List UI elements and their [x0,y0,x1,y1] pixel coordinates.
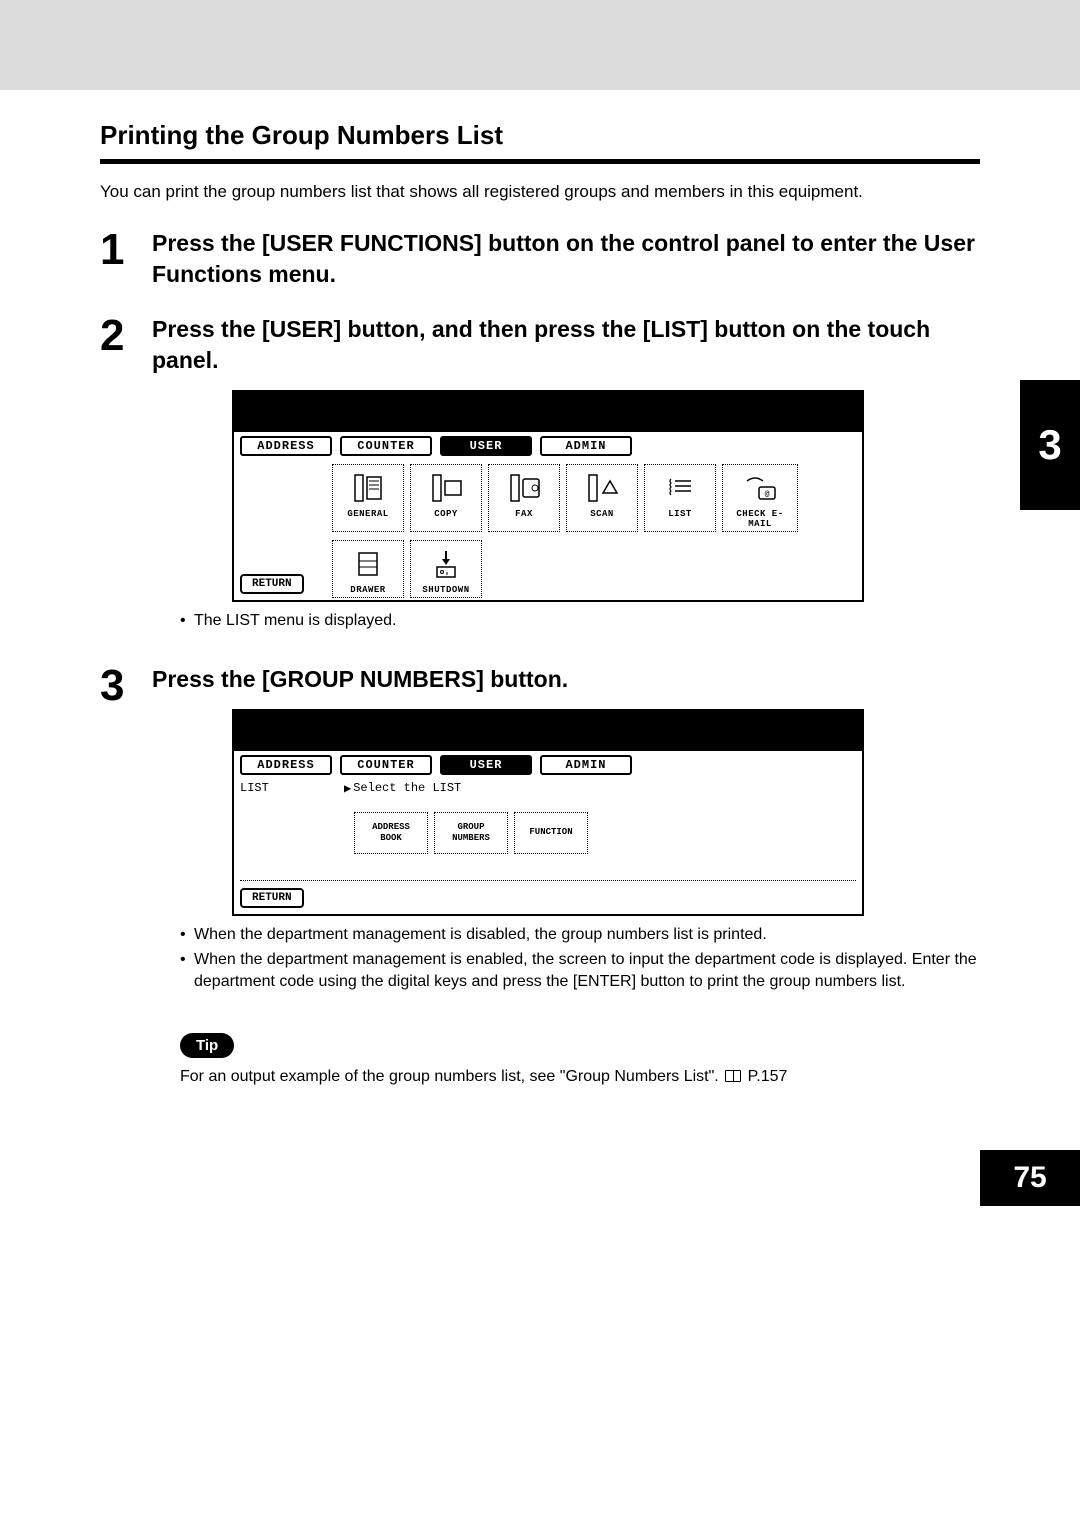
list-icon [647,469,713,507]
scan-icon [569,469,635,507]
fax-button[interactable]: FAX [488,464,560,532]
return-button[interactable]: RETURN [240,574,304,594]
tab-address[interactable]: ADDRESS [240,755,332,775]
screenshot-list-menu: ADDRESS COUNTER USER ADMIN LIST ▶ Select… [232,709,864,916]
step-2: 2 Press the [USER] button, and then pres… [100,314,980,654]
screenshot-user-menu: ADDRESS COUNTER USER ADMIN RETURN [232,390,864,602]
scan-button[interactable]: SCAN [566,464,638,532]
triangle-icon: ▶ [344,781,351,796]
shutdown-button[interactable]: SHUTDOWN [410,540,482,598]
note-list-1: The LIST menu is displayed. [180,610,980,632]
tab-row: ADDRESS COUNTER USER ADMIN [234,432,862,458]
page-number: 75 [980,1150,1080,1206]
btn-line1: FUNCTION [529,827,572,838]
drawer-icon [335,545,401,583]
chapter-tab: 3 [1020,380,1080,510]
tab-user[interactable]: USER [440,755,532,775]
function-button[interactable]: FUNCTION [514,812,588,854]
general-label: GENERAL [335,509,401,519]
title-rule [100,159,980,164]
step-number: 1 [100,228,152,304]
btn-line2: BOOK [380,833,402,844]
tip-page-ref: P.157 [748,1068,788,1085]
tab-address[interactable]: ADDRESS [240,436,332,456]
return-button[interactable]: RETURN [240,888,304,908]
shutdown-label: SHUTDOWN [413,585,479,595]
step-3: 3 Press the [GROUP NUMBERS] button. ADDR… [100,664,980,1086]
scan-label: SCAN [569,509,635,519]
section-title: Printing the Group Numbers List [100,120,980,151]
check-email-label: CHECK E-MAIL [725,509,795,529]
btn-line1: GROUP [457,822,484,833]
drawer-button[interactable]: DRAWER [332,540,404,598]
list-label: LIST [647,509,713,519]
group-numbers-button[interactable]: GROUP NUMBERS [434,812,508,854]
content-area: Printing the Group Numbers List You can … [0,90,1080,1136]
svg-text:@: @ [765,489,770,498]
step-number: 2 [100,314,152,654]
select-list-prompt: ▶ Select the LIST [344,781,461,796]
header-gray-band [0,0,1080,90]
tab-admin[interactable]: ADMIN [540,436,632,456]
list-button[interactable]: LIST [644,464,716,532]
tip-text-before: For an output example of the group numbe… [180,1068,723,1085]
title-bar [234,711,862,751]
step-text: Press the [USER FUNCTIONS] button on the… [152,228,980,290]
copy-icon [413,469,479,507]
step-text: Press the [GROUP NUMBERS] button. [152,664,980,695]
tab-row: ADDRESS COUNTER USER ADMIN [234,751,862,777]
tip-text: For an output example of the group numbe… [180,1068,980,1086]
footer: 75 [0,1136,1080,1206]
copy-label: COPY [413,509,479,519]
note-item: When the department management is disabl… [180,924,980,946]
note-list-2: When the department management is disabl… [180,924,980,993]
list-mode-label: LIST [240,781,344,796]
tab-counter[interactable]: COUNTER [340,755,432,775]
btn-line2: NUMBERS [452,833,490,844]
note-item: When the department management is enable… [180,949,980,992]
step-number: 3 [100,664,152,1086]
prompt-text: Select the LIST [353,781,461,795]
check-email-icon: @ [725,469,795,507]
fax-label: FAX [491,509,557,519]
drawer-label: DRAWER [335,585,401,595]
tab-counter[interactable]: COUNTER [340,436,432,456]
step-text: Press the [USER] button, and then press … [152,314,980,376]
copy-button[interactable]: COPY [410,464,482,532]
title-bar [234,392,862,432]
tab-user[interactable]: USER [440,436,532,456]
intro-text: You can print the group numbers list tha… [100,182,980,202]
book-icon [725,1070,741,1082]
general-icon [335,469,401,507]
btn-line1: ADDRESS [372,822,410,833]
note-item: The LIST menu is displayed. [180,610,980,632]
address-book-button[interactable]: ADDRESS BOOK [354,812,428,854]
tab-admin[interactable]: ADMIN [540,755,632,775]
page: 3 Printing the Group Numbers List You ca… [0,0,1080,1206]
check-email-button[interactable]: @ CHECK E-MAIL [722,464,798,532]
step-1: 1 Press the [USER FUNCTIONS] button on t… [100,228,980,304]
tip-badge: Tip [180,1033,234,1058]
shutdown-icon [413,545,479,583]
general-button[interactable]: GENERAL [332,464,404,532]
fax-icon [491,469,557,507]
